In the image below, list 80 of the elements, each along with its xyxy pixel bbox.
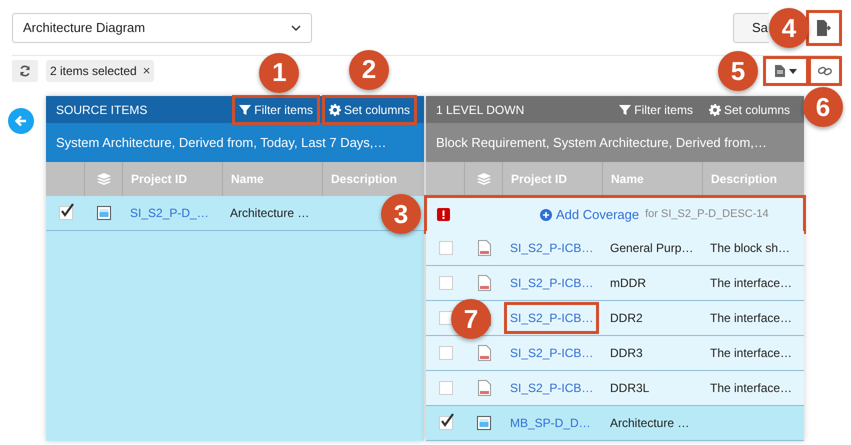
table-cell-text: mDDR: [609, 275, 647, 292]
table-cell-text: Architecture …: [609, 415, 690, 432]
table-cell-text: Architecture …: [229, 205, 310, 222]
document-icon: [478, 345, 490, 361]
layers-icon: [476, 173, 490, 185]
document-icon: [478, 240, 490, 256]
filter-items-button[interactable]: Filter items: [615, 98, 697, 122]
add-coverage-link[interactable]: Add Coverage: [556, 204, 640, 224]
document-icon: [478, 380, 490, 396]
filter-icon: [619, 104, 632, 116]
selection-chip: 2 items selected ×: [46, 60, 154, 82]
link-button[interactable]: [811, 59, 839, 83]
set-columns-button[interactable]: Set columns: [704, 98, 794, 122]
table-cell-text: The block sh…: [709, 240, 792, 257]
checkbox[interactable]: [438, 416, 452, 430]
filter-icon: [239, 104, 252, 116]
table-cell-text: The interface…: [709, 380, 794, 397]
settings-icon: [328, 104, 341, 116]
checkbox[interactable]: [438, 311, 452, 325]
panel-subtitle: Block Requirement, System Architecture, Derived from,…: [426, 123, 804, 162]
checkbox[interactable]: [438, 346, 452, 360]
panel-subtitle: System Architecture, Derived from, Today, Last 7 Days,…: [46, 123, 424, 162]
checkbox[interactable]: [438, 381, 452, 395]
panel-title: SOURCE ITEMS: [56, 102, 148, 118]
table-row[interactable]: SI_S2_P-ICB… DDR3 The interface…: [426, 336, 804, 371]
export-button[interactable]: [809, 13, 839, 43]
settings-icon: [708, 104, 721, 116]
table-row[interactable]: SI_S2_P-ICB… DDR3L The interface…: [426, 371, 804, 406]
project-id-link[interactable]: SI_S2_P-ICB…: [507, 235, 596, 261]
refresh-button[interactable]: [12, 60, 38, 82]
table-cell-text: General Purp…: [609, 240, 694, 257]
previous-button[interactable]: [8, 108, 34, 134]
table-row[interactable]: SI_S2_P-ICB… General Purp… The block sh…: [426, 231, 804, 266]
table-cell-text: The interface…: [709, 310, 794, 327]
check-icon: [440, 413, 454, 427]
panel-title: 1 LEVEL DOWN: [436, 102, 524, 118]
table-cell-text: The interface…: [709, 275, 794, 292]
checkbox[interactable]: [438, 276, 452, 290]
project-id-link[interactable]: SI_S2_P-ICB…: [507, 375, 596, 401]
callout-badge: 2: [348, 50, 389, 90]
callout-badge: 1: [259, 52, 300, 92]
table-cell-text: The interface…: [709, 345, 794, 362]
checkbox[interactable]: [58, 206, 72, 220]
document-icon: [478, 275, 490, 291]
chevron-down-icon: [291, 25, 301, 31]
column-heading: Description: [330, 171, 398, 188]
callout-badge: 6: [803, 87, 843, 127]
file-export-icon: [816, 20, 832, 36]
project-id-link[interactable]: SI_S2_P-ICB…: [507, 305, 596, 331]
callout-badge: 5: [718, 51, 758, 91]
callout-badge: 4: [769, 8, 809, 48]
warning-icon: [437, 208, 450, 221]
save-button[interactable]: Sa: [733, 13, 769, 43]
arrow-left-icon: [15, 115, 27, 127]
filter-items-button[interactable]: Filter items: [235, 98, 317, 122]
column-heading: Description: [710, 171, 778, 188]
file-menu-button[interactable]: [766, 59, 806, 83]
project-id-link[interactable]: MB_SP-D_D…: [507, 410, 594, 436]
diagram-icon: [97, 206, 111, 220]
layers-icon: [96, 173, 110, 185]
project-id-link[interactable]: SI_S2_P-ICB…: [507, 340, 596, 366]
caret-icon: [789, 68, 797, 74]
project-id-link[interactable]: SI_S2_P-D_…: [127, 200, 212, 226]
table-row[interactable]: MB_SP-D_D… Architecture …: [426, 406, 804, 441]
check-icon: [60, 203, 74, 217]
view-select[interactable]: Architecture Diagram: [12, 13, 312, 43]
table-row[interactable]: SI_S2_P-ICB… mDDR The interface…: [426, 266, 804, 301]
clear-selection-button[interactable]: ×: [142, 61, 150, 81]
table-cell-text: DDR2: [609, 310, 644, 327]
diagram-icon: [477, 416, 491, 430]
link-icon: [818, 66, 832, 76]
set-columns-button[interactable]: Set columns: [324, 98, 414, 122]
refresh-icon: [19, 65, 31, 77]
checkbox[interactable]: [438, 241, 452, 255]
coverage-target: for SI_S2_P-D_DESC-14: [645, 207, 769, 222]
add-icon: [540, 208, 552, 220]
project-id-link[interactable]: SI_S2_P-ICB…: [507, 270, 596, 296]
document-icon: [775, 65, 785, 77]
table-cell-text: DDR3: [609, 345, 644, 362]
table-cell-text: DDR3L: [609, 380, 650, 397]
